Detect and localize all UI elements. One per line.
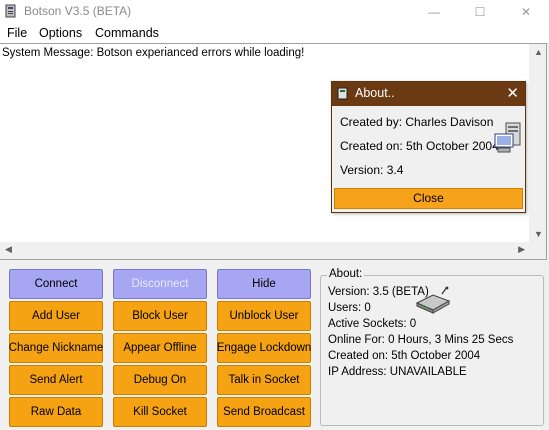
send-alert-button[interactable]: Send Alert: [9, 365, 103, 395]
network-device-icon: [415, 286, 451, 314]
disconnect-button[interactable]: Disconnect: [113, 269, 207, 299]
scroll-corner: [529, 242, 546, 259]
scroll-up-icon[interactable]: ▲: [534, 47, 543, 57]
app-icon: [5, 4, 16, 18]
dialog-created-by: Created by: Charles Davison: [340, 115, 494, 129]
hide-button[interactable]: Hide: [217, 269, 311, 299]
menu-options[interactable]: Options: [39, 26, 82, 40]
info-users: Users: 0: [328, 302, 371, 314]
dialog-version: Version: 3.4: [340, 163, 404, 177]
dialog-title: About..: [355, 86, 395, 100]
about-info-legend: About:: [327, 268, 365, 280]
minimize-button[interactable]: —: [411, 0, 457, 23]
scroll-down-icon[interactable]: ▼: [534, 229, 543, 239]
menu-file[interactable]: File: [7, 26, 27, 40]
connect-button[interactable]: Connect: [9, 269, 103, 299]
block-user-button[interactable]: Block User: [113, 301, 207, 331]
appear-offline-button[interactable]: Appear Offline: [113, 333, 207, 363]
server-icon: [494, 122, 521, 153]
dialog-close-icon[interactable]: ✕: [506, 84, 519, 102]
vertical-scrollbar[interactable]: ▲ ▼: [529, 44, 546, 242]
info-active-sockets: Active Sockets: 0: [328, 318, 417, 330]
dialog-close-button[interactable]: Close: [334, 188, 523, 209]
title-bar: Botson V3.5 (BETA) — ☐ ✕: [0, 0, 549, 23]
close-window-button[interactable]: ✕: [503, 0, 549, 23]
info-version: Version: 3.5 (BETA): [328, 286, 429, 298]
scroll-right-icon[interactable]: ▶: [518, 244, 525, 255]
menu-bar: File Options Commands: [0, 23, 549, 43]
horizontal-scrollbar[interactable]: ◀ ▶: [0, 242, 530, 259]
send-broadcast-button[interactable]: Send Broadcast: [217, 397, 311, 427]
scroll-left-icon[interactable]: ◀: [5, 244, 12, 255]
dialog-created-on: Created on: 5th October 2004: [340, 139, 499, 153]
change-nickname-button[interactable]: Change Nickname: [9, 333, 103, 363]
maximize-button[interactable]: ☐: [457, 0, 503, 23]
info-online-for: Online For: 0 Hours, 3 Mins 25 Secs: [328, 334, 514, 346]
add-user-button[interactable]: Add User: [9, 301, 103, 331]
dialog-app-icon: [337, 87, 348, 100]
info-ip-address: IP Address: UNAVAILABLE: [328, 366, 467, 378]
log-line: System Message: Botson experianced error…: [2, 47, 305, 59]
about-dialog: About.. ✕ Created by: Charles Davison Cr…: [331, 81, 526, 213]
window-title: Botson V3.5 (BETA): [24, 4, 132, 18]
talk-in-socket-button[interactable]: Talk in Socket: [217, 365, 311, 395]
debug-on-button[interactable]: Debug On: [113, 365, 207, 395]
unblock-user-button[interactable]: Unblock User: [217, 301, 311, 331]
info-created-on: Created on: 5th October 2004: [328, 350, 481, 362]
engage-lockdown-button[interactable]: Engage Lockdown: [217, 333, 311, 363]
close-icon: ✕: [520, 4, 532, 19]
kill-socket-button[interactable]: Kill Socket: [113, 397, 207, 427]
raw-data-button[interactable]: Raw Data: [9, 397, 103, 427]
minimize-icon: —: [428, 4, 440, 19]
maximize-icon: ☐: [474, 4, 486, 19]
dialog-title-bar: About.. ✕: [332, 82, 525, 106]
menu-commands[interactable]: Commands: [95, 26, 159, 40]
